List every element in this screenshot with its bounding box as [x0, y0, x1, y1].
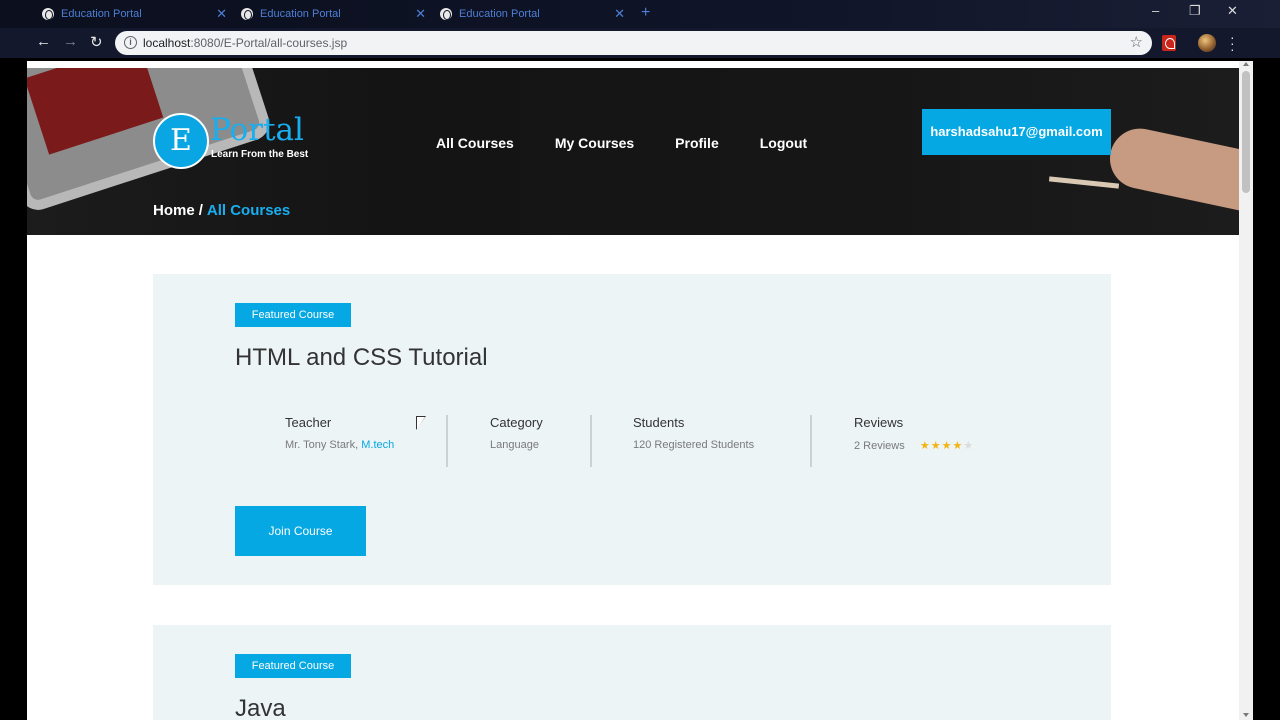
course-title: HTML and CSS Tutorial	[235, 344, 488, 371]
page-viewport: E Portal Learn From the Best All Courses…	[27, 61, 1239, 720]
globe-icon	[42, 8, 54, 20]
site-logo[interactable]: E Portal Learn From the Best	[153, 111, 313, 171]
profile-avatar[interactable]	[1198, 34, 1216, 52]
reviews-label: Reviews	[854, 415, 904, 430]
breadcrumb: Home / All Courses	[153, 202, 290, 219]
divider	[810, 415, 812, 467]
star-filled-icon: ★	[930, 440, 942, 452]
close-window-button[interactable]: ✕	[1227, 3, 1238, 19]
url-host: localhost	[143, 36, 191, 50]
divider	[446, 415, 448, 467]
main-nav: All Courses My Courses Profile Logout	[436, 135, 848, 151]
pencil-photo	[1048, 176, 1120, 189]
star-rating: ★★★★★	[920, 439, 974, 452]
teacher-value: Mr. Tony Stark, M.tech	[285, 439, 394, 451]
reviews-value: 2 Reviews ★★★★★	[854, 439, 974, 452]
star-filled-icon: ★	[941, 440, 953, 452]
back-arrow-icon[interactable]: ←	[36, 33, 51, 50]
logo-tagline: Learn From the Best	[211, 149, 309, 160]
nav-profile[interactable]: Profile	[675, 135, 719, 151]
url-text: localhost:8080/E-Portal/all-courses.jsp	[143, 36, 347, 50]
course-title: Java	[235, 695, 286, 720]
browser-menu-icon[interactable]: · · ·	[1230, 30, 1235, 56]
divider	[590, 415, 592, 467]
scrollbar-thumb[interactable]	[1242, 71, 1250, 193]
browser-tab-active[interactable]: Education Portal ✕	[440, 4, 625, 24]
logo-word: Portal	[210, 112, 304, 148]
featured-badge: Featured Course	[235, 303, 351, 327]
user-email-button[interactable]: harshadsahu17@gmail.com	[922, 109, 1111, 155]
teacher-name: Mr. Tony Stark,	[285, 439, 359, 451]
students-label: Students	[633, 415, 685, 430]
globe-icon	[440, 8, 452, 20]
tab-title: Education Portal	[260, 8, 341, 20]
course-card: Featured Course Java	[153, 625, 1111, 720]
teacher-label: Teacher	[285, 415, 332, 430]
globe-icon	[241, 8, 253, 20]
forward-arrow-icon[interactable]: →	[63, 33, 78, 50]
new-tab-button[interactable]: +	[641, 4, 650, 22]
tab-title: Education Portal	[459, 8, 540, 20]
breadcrumb-current: All Courses	[206, 202, 291, 219]
scroll-down-arrow-icon[interactable]	[1243, 713, 1249, 717]
browser-tab[interactable]: Education Portal ✕	[42, 4, 227, 24]
tab-close-icon[interactable]: ✕	[415, 6, 426, 22]
page-header: E Portal Learn From the Best All Courses…	[27, 68, 1239, 235]
teacher-info: Teacher Mr. Tony Stark, M.tech	[285, 415, 394, 467]
teacher-degree: M.tech	[361, 439, 395, 451]
nav-my-courses[interactable]: My Courses	[555, 135, 634, 151]
minimize-button[interactable]: –	[1152, 3, 1159, 18]
star-empty-icon: ★	[963, 440, 975, 452]
tab-close-icon[interactable]: ✕	[614, 6, 625, 22]
students-value: 120 Registered Students	[633, 439, 755, 451]
bookmark-star-icon[interactable]: ☆	[1130, 33, 1143, 51]
browser-toolbar: ← → ↻ i localhost:8080/E-Portal/all-cour…	[0, 28, 1280, 58]
url-path: :8080/E-Portal/all-courses.jsp	[190, 36, 348, 50]
info-icon[interactable]: i	[124, 36, 137, 49]
star-filled-icon: ★	[919, 440, 931, 452]
address-bar[interactable]: i localhost:8080/E-Portal/all-courses.js…	[115, 31, 1152, 55]
reviews-count: 2 Reviews	[854, 440, 905, 452]
hand-photo	[1104, 123, 1239, 213]
tab-close-icon[interactable]: ✕	[216, 6, 227, 22]
pdf-extension-icon[interactable]	[1162, 35, 1176, 51]
category-value: Language	[490, 439, 539, 451]
star-filled-icon: ★	[952, 440, 964, 452]
scroll-up-arrow-icon[interactable]	[1243, 62, 1249, 66]
breadcrumb-separator: /	[198, 202, 203, 219]
category-info: Category Language	[490, 415, 543, 467]
browser-tab-strip: Education Portal ✕ Education Portal ✕ Ed…	[0, 0, 1280, 28]
page-scrollbar[interactable]	[1239, 61, 1253, 720]
reload-icon[interactable]: ↻	[90, 33, 103, 51]
restore-button[interactable]: ❐	[1189, 3, 1201, 19]
nav-logout[interactable]: Logout	[760, 135, 807, 151]
nav-all-courses[interactable]: All Courses	[436, 135, 514, 151]
mouse-cursor-fill	[417, 417, 425, 429]
breadcrumb-home[interactable]: Home	[153, 202, 195, 219]
tab-title: Education Portal	[61, 8, 142, 20]
browser-tab[interactable]: Education Portal ✕	[241, 4, 426, 24]
featured-badge: Featured Course	[235, 654, 351, 678]
reviews-info: Reviews 2 Reviews ★★★★★	[854, 415, 974, 467]
category-label: Category	[490, 415, 543, 430]
join-course-button[interactable]: Join Course	[235, 506, 366, 556]
course-card: Featured Course HTML and CSS Tutorial Te…	[153, 274, 1111, 585]
students-info: Students 120 Registered Students	[633, 415, 754, 467]
logo-circle: E	[153, 113, 209, 169]
